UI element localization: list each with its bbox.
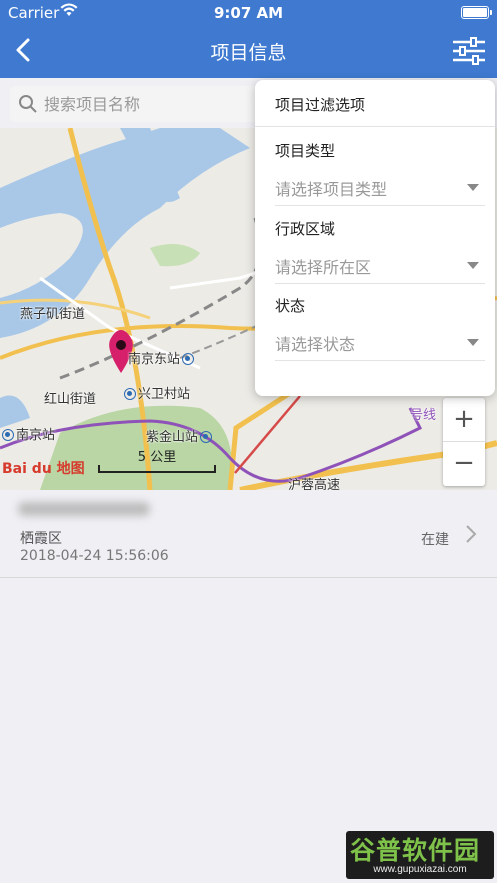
map-label-hurong: 沪蓉高速 — [288, 478, 341, 490]
filter-project-type: 项目类型 请选择项目类型 — [275, 140, 485, 206]
map-label-xingwei-text: 兴卫村站 — [138, 387, 191, 402]
map-label-zijinshan-text: 紫金山站 — [146, 430, 199, 445]
zoom-out-button[interactable]: − — [443, 442, 485, 486]
zoom-in-button[interactable]: + — [443, 398, 485, 442]
status-bar: Carrier 9:07 AM — [0, 0, 497, 26]
map-label-zijinshan: 紫金山站 — [146, 426, 214, 445]
nav-bar: 项目信息 — [0, 26, 497, 78]
map-scale: 5 公里 — [98, 446, 216, 473]
baidu-map-logo: Bai du 地图 — [2, 461, 85, 477]
map-label-nanjing-station: 南京站 — [0, 424, 55, 443]
project-type-select[interactable]: 请选择项目类型 — [275, 166, 485, 206]
map-label-nanjing-station-text: 南京站 — [16, 428, 56, 443]
caret-down-icon — [467, 339, 479, 346]
clock: 9:07 AM — [213, 4, 284, 22]
filter-icon[interactable] — [451, 34, 487, 68]
filter-status: 状态 请选择状态 — [275, 295, 485, 361]
metro-icon — [124, 388, 136, 400]
chevron-right-icon — [466, 525, 477, 543]
battery-icon — [461, 6, 492, 19]
district-select[interactable]: 请选择所在区 — [275, 244, 485, 284]
filter-panel: 项目过滤选项 项目类型 请选择项目类型 行政区域 请选择所在区 状态 请选择状态 — [255, 80, 495, 396]
map-scale-label: 5 公里 — [137, 450, 177, 465]
map-label-nanjing-east: 南京东站 — [128, 348, 196, 367]
project-datetime: 2018-04-24 15:56:06 — [20, 548, 169, 564]
watermark-logo: 谷普软件园 www.gupuxiazai.com — [346, 831, 494, 879]
filter-district: 行政区域 请选择所在区 — [275, 218, 485, 284]
metro-icon — [200, 431, 213, 443]
project-district: 栖霞区 — [20, 531, 62, 547]
zoom-control: + − — [443, 398, 485, 486]
project-status: 在建 — [421, 532, 449, 548]
project-type-label: 项目类型 — [275, 142, 336, 160]
divider — [255, 126, 495, 127]
filter-panel-title: 项目过滤选项 — [275, 96, 366, 114]
map-scale-bar — [98, 465, 216, 473]
metro-icon — [2, 429, 14, 441]
district-label: 行政区域 — [275, 220, 336, 238]
search-icon — [19, 95, 37, 113]
project-name-blurred — [18, 502, 150, 516]
status-select[interactable]: 请选择状态 — [275, 321, 485, 361]
map-label-yanziji: 燕子矶街道 — [20, 307, 86, 322]
caret-down-icon — [467, 262, 479, 269]
header: Carrier 9:07 AM 项目信息 — [0, 0, 497, 78]
search-input[interactable] — [44, 90, 284, 118]
status-label: 状态 — [275, 297, 306, 315]
map-label-hongshan: 红山街道 — [44, 392, 97, 407]
status-placeholder: 请选择状态 — [275, 335, 356, 354]
caret-down-icon — [467, 184, 479, 191]
project-type-placeholder: 请选择项目类型 — [275, 180, 388, 199]
page-title: 项目信息 — [210, 42, 287, 64]
district-placeholder: 请选择所在区 — [275, 258, 372, 277]
watermark-url: www.gupuxiazai.com — [373, 864, 467, 875]
map-label-nanjing-east-text: 南京东站 — [128, 352, 181, 367]
project-list-item[interactable]: 栖霞区 2018-04-24 15:56:06 在建 — [0, 490, 497, 578]
metro-icon — [182, 353, 195, 365]
map-label-metro-line: 号线 — [410, 408, 437, 423]
watermark-title: 谷普软件园 — [350, 836, 481, 865]
map-label-xingwei: 兴卫村站 — [122, 383, 190, 402]
